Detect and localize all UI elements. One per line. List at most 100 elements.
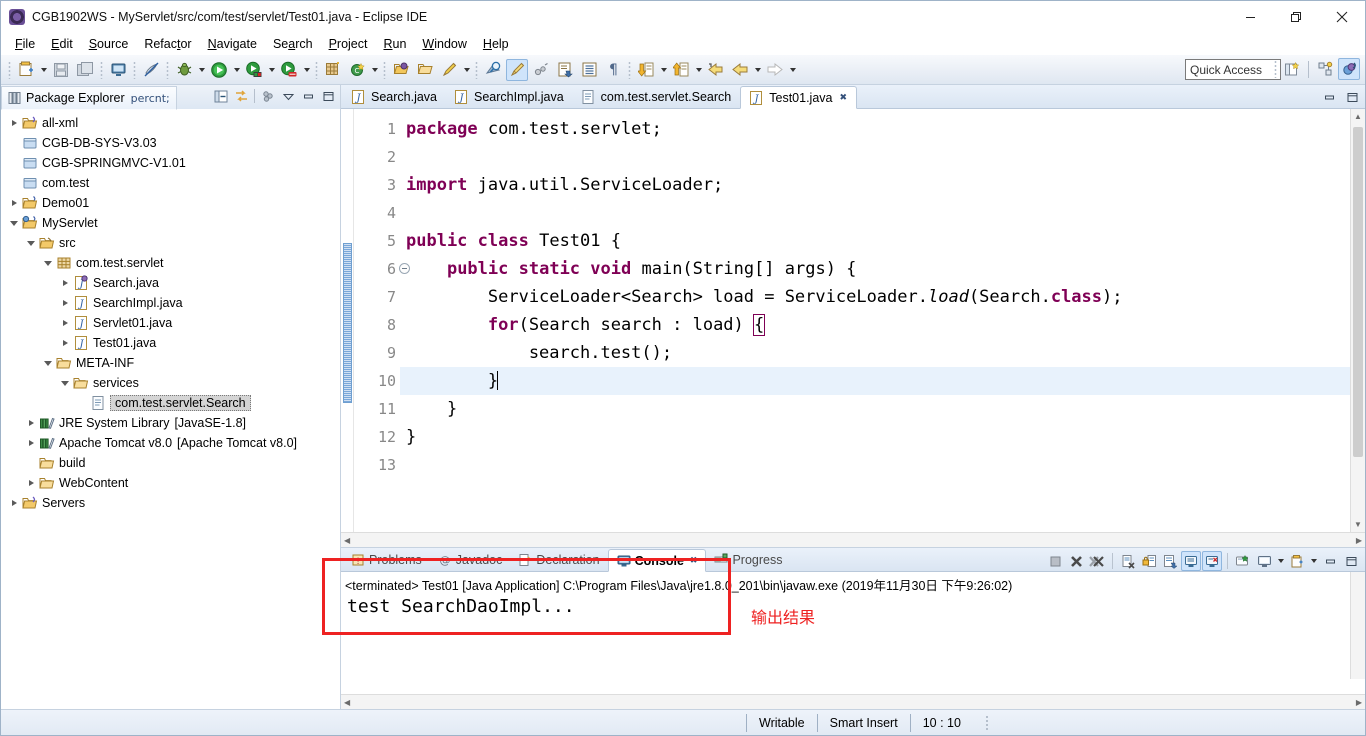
external-tools-dropdown-arrow[interactable] — [461, 59, 472, 81]
stop-server-icon[interactable] — [278, 59, 300, 81]
next-edit-annotation-icon[interactable] — [554, 59, 576, 81]
back-dropdown-arrow[interactable] — [752, 59, 763, 81]
tree-item-test01-java[interactable]: J Test01.java — [1, 333, 340, 353]
menu-item-file[interactable]: File — [7, 35, 43, 53]
editor-tab-searchimpl-java[interactable]: J SearchImpl.java — [446, 85, 573, 108]
tree-item-com-test[interactable]: com.test — [1, 173, 340, 193]
show-console-on-output-icon[interactable] — [1181, 551, 1201, 571]
tree-item-cgb-db-sys-v3-03[interactable]: CGB-DB-SYS-V3.03 — [1, 133, 340, 153]
scroll-right-icon[interactable]: ▶ — [1356, 698, 1362, 707]
toggle-breadcrumb-icon[interactable] — [530, 59, 552, 81]
scroll-down-icon[interactable]: ▼ — [1351, 517, 1365, 532]
scroll-left-icon[interactable]: ◀ — [344, 698, 350, 707]
minimize-icon[interactable] — [299, 87, 317, 105]
previous-annotation-dropdown-arrow[interactable] — [693, 59, 704, 81]
run-icon[interactable] — [208, 59, 230, 81]
editor-vertical-scrollbar[interactable]: ▲ ▼ — [1350, 109, 1365, 532]
maximize-window-button[interactable] — [1273, 1, 1319, 33]
editor-tab-com-test-servlet-search[interactable]: com.test.servlet.Search — [573, 85, 741, 108]
tree-item-myservlet[interactable]: MyServlet — [1, 213, 340, 233]
tab-package-explorer[interactable]: Package Explorer percnt; — [1, 86, 177, 110]
open-type-icon[interactable] — [390, 59, 412, 81]
external-tools-icon[interactable] — [438, 59, 460, 81]
new-wizard-dropdown-arrow[interactable] — [38, 59, 49, 81]
remove-all-launches-icon[interactable] — [1087, 551, 1107, 571]
close-icon[interactable]: ✖ — [839, 93, 847, 103]
save-all-icon[interactable] — [74, 59, 96, 81]
tree-item-jre-system-library[interactable]: JRE System Library [JavaSE-1.8] — [1, 413, 340, 433]
chevron-right-icon[interactable] — [58, 335, 72, 351]
tree-item-servers[interactable]: Servers — [1, 493, 340, 513]
scroll-left-icon[interactable]: ◀ — [344, 536, 350, 545]
forward-icon[interactable] — [764, 59, 786, 81]
quick-access-input[interactable]: Quick Access — [1185, 59, 1281, 80]
new-wizard-icon[interactable] — [15, 59, 37, 81]
view-menu-icon[interactable] — [259, 87, 277, 105]
maximize-icon[interactable] — [1341, 551, 1361, 571]
menu-item-run[interactable]: Run — [375, 35, 414, 53]
paragraph-marks-icon[interactable]: ¶ — [602, 59, 624, 81]
debug-icon[interactable] — [173, 59, 195, 81]
show-outline-icon[interactable] — [578, 59, 600, 81]
close-icon[interactable]: ✖ — [690, 556, 698, 566]
last-edit-location-icon[interactable] — [705, 59, 727, 81]
open-perspective-icon[interactable] — [1281, 58, 1303, 80]
chevron-down-icon[interactable] — [41, 255, 55, 271]
new-java-package-icon[interactable] — [322, 59, 344, 81]
menu-item-help[interactable]: Help — [475, 35, 517, 53]
console-tab-problems[interactable]: ! Problems — [343, 548, 430, 571]
editor-horizontal-scrollbar[interactable]: ◀ ▶ — [341, 532, 1365, 547]
chevron-right-icon[interactable] — [24, 435, 38, 451]
close-window-button[interactable] — [1319, 1, 1365, 33]
tree-item-search-java[interactable]: J Search.java — [1, 273, 340, 293]
next-annotation-dropdown-arrow[interactable] — [658, 59, 669, 81]
menu-item-project[interactable]: Project — [321, 35, 376, 53]
tree-item-cgb-springmvc-v1-01[interactable]: CGB-SPRINGMVC-V1.01 — [1, 153, 340, 173]
chevron-right-icon[interactable] — [7, 495, 21, 511]
tree-item-meta-inf[interactable]: META-INF — [1, 353, 340, 373]
run-as-server-icon[interactable] — [243, 59, 265, 81]
minimize-window-button[interactable] — [1227, 1, 1273, 33]
web-perspective-icon[interactable] — [1338, 58, 1360, 80]
debug-dropdown-arrow[interactable] — [196, 59, 207, 81]
maximize-icon[interactable] — [319, 87, 337, 105]
toggle-whitespace-icon[interactable] — [506, 58, 528, 81]
project-tree[interactable]: all-xml CGB-DB-SYS-V3.03 CGB-SPRINGMVC-V1.… — [1, 109, 340, 709]
console-body[interactable]: <terminated> Test01 [Java Application] C… — [341, 572, 1365, 694]
tree-item-servlet01-java[interactable]: J Servlet01.java — [1, 313, 340, 333]
new-java-class-icon[interactable]: C — [346, 59, 368, 81]
java-ee-perspective-icon[interactable] — [1314, 58, 1336, 80]
word-wrap-icon[interactable] — [1160, 551, 1180, 571]
close-icon[interactable]: percnt; — [131, 92, 170, 105]
tree-item-com-test-servlet-search[interactable]: com.test.servlet.Search — [1, 393, 340, 413]
chevron-down-icon[interactable] — [7, 215, 21, 231]
tree-item-webcontent[interactable]: WebContent — [1, 473, 340, 493]
tree-item-apache-tomcat-v8-0[interactable]: Apache Tomcat v8.0 [Apache Tomcat v8.0] — [1, 433, 340, 453]
chevron-down-icon[interactable] — [24, 235, 38, 251]
tree-item-services[interactable]: services — [1, 373, 340, 393]
display-console-dropdown-arrow[interactable] — [1275, 550, 1286, 572]
console-vertical-scrollbar[interactable] — [1350, 572, 1365, 679]
new-java-class-dropdown-arrow[interactable] — [369, 59, 380, 81]
minimize-icon[interactable] — [1320, 551, 1340, 571]
tree-item-demo01[interactable]: Demo01 — [1, 193, 340, 213]
menu-item-navigate[interactable]: Navigate — [200, 35, 265, 53]
menu-item-source[interactable]: Source — [81, 35, 137, 53]
scrollbar-thumb[interactable] — [1353, 127, 1363, 457]
chevron-right-icon[interactable] — [58, 295, 72, 311]
collapse-all-icon[interactable] — [212, 87, 230, 105]
previous-annotation-icon[interactable] — [670, 59, 692, 81]
console-tab-declaration[interactable]: Declaration — [510, 548, 607, 571]
editor-tab-test01-java[interactable]: J Test01.java ✖ — [740, 86, 858, 109]
tree-item-src[interactable]: src — [1, 233, 340, 253]
remove-launch-icon[interactable] — [1066, 551, 1086, 571]
open-task-icon[interactable] — [414, 59, 436, 81]
chevron-right-icon[interactable] — [7, 195, 21, 211]
back-icon[interactable] — [729, 59, 751, 81]
print-icon[interactable] — [107, 59, 129, 81]
editor-tab-search-java[interactable]: J Search.java — [343, 85, 446, 108]
chevron-down-icon[interactable] — [58, 375, 72, 391]
menu-item-edit[interactable]: Edit — [43, 35, 81, 53]
chevron-down-icon[interactable] — [41, 355, 55, 371]
chevron-right-icon[interactable] — [24, 415, 38, 431]
